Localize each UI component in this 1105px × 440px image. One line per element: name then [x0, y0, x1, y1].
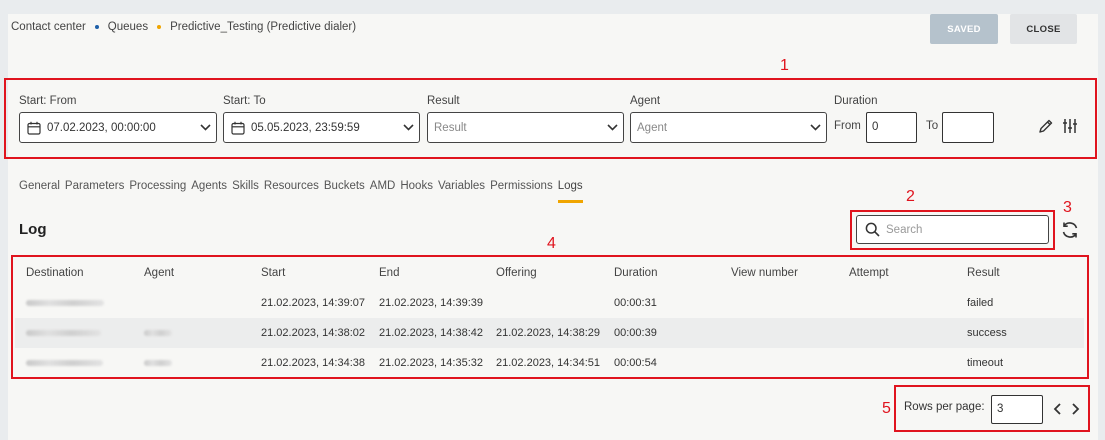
column-header-result[interactable]: Result: [956, 267, 1084, 279]
saved-button[interactable]: SAVED: [930, 14, 998, 44]
end-cell: 21.02.2023, 14:35:32: [379, 357, 483, 369]
agent-placeholder: Agent: [637, 121, 668, 134]
start-to-label: Start: To: [223, 95, 266, 107]
offering-cell: 21.02.2023, 14:34:51: [496, 357, 600, 369]
column-header-offering[interactable]: Offering: [485, 267, 603, 279]
end-cell: 21.02.2023, 14:38:42: [379, 327, 483, 339]
offering-cell: 21.02.2023, 14:38:29: [496, 327, 600, 339]
duration-cell: 00:00:54: [614, 357, 657, 369]
start-cell: 21.02.2023, 14:34:38: [261, 357, 365, 369]
column-header-attempt[interactable]: Attempt: [838, 267, 956, 279]
duration-cell: 00:00:39: [614, 327, 657, 339]
agent-select[interactable]: Agent: [630, 112, 827, 143]
result-label: Result: [427, 95, 460, 107]
close-button[interactable]: CLOSE: [1010, 14, 1077, 44]
tab-variables[interactable]: Variables: [438, 180, 485, 203]
destination-cell-redacted: [15, 357, 133, 369]
column-header-agent[interactable]: Agent: [133, 267, 250, 279]
start-cell: 21.02.2023, 14:39:07: [261, 297, 365, 309]
table-row[interactable]: 21.02.2023, 14:38:02 21.02.2023, 14:38:4…: [15, 318, 1084, 348]
agent-label: Agent: [630, 95, 661, 107]
annotation-number: 3: [1063, 199, 1072, 216]
column-header-destination[interactable]: Destination: [15, 267, 133, 279]
duration-to-label: To: [926, 120, 939, 132]
search-input[interactable]: Search: [856, 215, 1049, 244]
agent-cell-redacted: [133, 357, 250, 369]
end-cell: 21.02.2023, 14:39:39: [379, 297, 483, 309]
tab-bar: General Parameters Processing Agents Ski…: [19, 180, 588, 203]
table-row[interactable]: 21.02.2023, 14:34:38 21.02.2023, 14:35:3…: [15, 348, 1084, 378]
pencil-icon[interactable]: [1038, 118, 1054, 134]
tab-amd[interactable]: AMD: [370, 180, 396, 203]
rows-per-page-input[interactable]: 3: [991, 395, 1043, 424]
agent-cell-redacted: [133, 327, 250, 339]
log-title: Log: [19, 221, 47, 238]
start-to-select[interactable]: 05.05.2023, 23:59:59: [223, 112, 420, 143]
start-to-value: 05.05.2023, 23:59:59: [251, 121, 360, 134]
breadcrumb-current: Predictive_Testing (Predictive dialer): [170, 21, 357, 33]
duration-to-input[interactable]: [942, 112, 994, 143]
breadcrumb-separator-dot: [94, 25, 99, 29]
destination-cell-redacted: [15, 327, 133, 339]
tab-buckets[interactable]: Buckets: [324, 180, 365, 203]
calendar-icon: [231, 121, 245, 135]
result-select[interactable]: Result: [427, 112, 624, 143]
duration-label: Duration: [834, 95, 878, 107]
column-header-view-number[interactable]: View number: [720, 267, 838, 279]
column-settings-icon[interactable]: [1062, 118, 1078, 134]
tab-processing[interactable]: Processing: [129, 180, 186, 203]
column-header-start[interactable]: Start: [250, 267, 368, 279]
chevron-down-icon: [804, 124, 826, 131]
annotation-number: 4: [547, 235, 556, 252]
chevron-right-icon[interactable]: [1069, 401, 1081, 417]
tab-hooks[interactable]: Hooks: [400, 180, 433, 203]
column-header-end[interactable]: End: [368, 267, 485, 279]
chevron-down-icon: [601, 124, 623, 131]
log-table: Destination Agent Start End Offering Dur…: [15, 258, 1084, 378]
duration-from-label: From: [834, 120, 861, 132]
search-icon: [865, 222, 880, 237]
tab-permissions[interactable]: Permissions: [490, 180, 553, 203]
chevron-down-icon: [194, 124, 216, 131]
tab-resources[interactable]: Resources: [264, 180, 319, 203]
search-placeholder: Search: [886, 223, 923, 236]
result-placeholder: Result: [434, 121, 467, 134]
start-from-value: 07.02.2023, 00:00:00: [47, 121, 156, 134]
refresh-icon[interactable]: [1060, 220, 1080, 240]
column-header-duration[interactable]: Duration: [603, 267, 720, 279]
tab-logs[interactable]: Logs: [557, 180, 583, 203]
start-from-label: Start: From: [19, 95, 77, 107]
annotation-number: 2: [906, 188, 915, 205]
breadcrumb-queues[interactable]: Queues: [108, 21, 148, 33]
tab-general[interactable]: General: [19, 180, 60, 203]
tab-agents[interactable]: Agents: [191, 180, 227, 203]
start-from-select[interactable]: 07.02.2023, 00:00:00: [19, 112, 217, 143]
annotation-number: 1: [780, 57, 789, 74]
annotation-number: 5: [882, 400, 891, 417]
duration-cell: 00:00:31: [614, 297, 657, 309]
breadcrumb-contact-center[interactable]: Contact center: [11, 21, 86, 33]
chevron-down-icon: [397, 124, 419, 131]
result-cell: timeout: [967, 357, 1004, 369]
breadcrumb: Contact center Queues Predictive_Testing…: [11, 21, 356, 33]
calendar-icon: [27, 121, 41, 135]
tab-parameters[interactable]: Parameters: [65, 180, 124, 203]
result-cell: failed: [967, 297, 994, 309]
start-cell: 21.02.2023, 14:38:02: [261, 327, 365, 339]
rows-per-page-label: Rows per page:: [904, 401, 985, 413]
duration-from-input[interactable]: 0: [866, 112, 917, 143]
tab-skills[interactable]: Skills: [232, 180, 259, 203]
breadcrumb-separator-dot: [157, 25, 162, 29]
table-row[interactable]: 21.02.2023, 14:39:07 21.02.2023, 14:39:3…: [15, 288, 1084, 318]
table-header-row: Destination Agent Start End Offering Dur…: [15, 258, 1084, 288]
result-cell: success: [967, 327, 1007, 339]
destination-cell-redacted: [15, 297, 133, 309]
chevron-left-icon[interactable]: [1052, 401, 1064, 417]
